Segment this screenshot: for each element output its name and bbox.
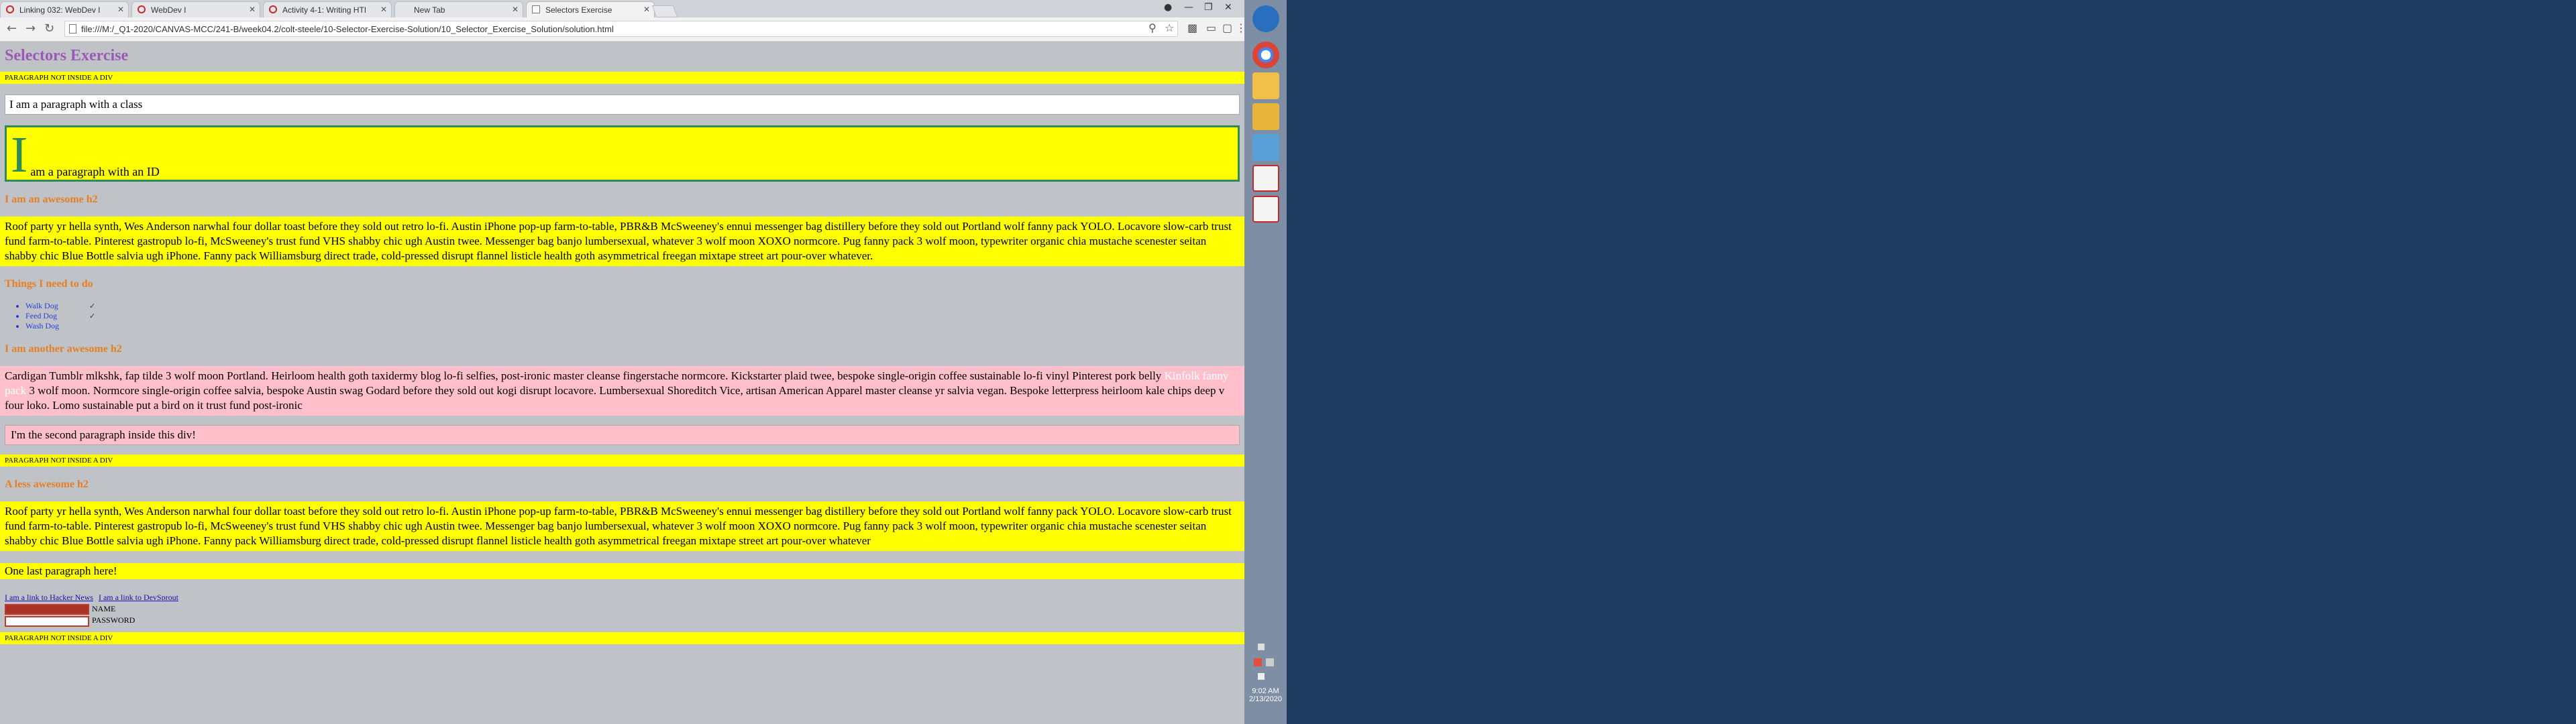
tray-arrow-icon[interactable] bbox=[1258, 644, 1265, 650]
lorem-paragraph: Roof party yr hella synth, Wes Anderson … bbox=[0, 501, 1244, 551]
blank-tab-icon bbox=[400, 5, 409, 13]
new-tab-button[interactable] bbox=[651, 5, 678, 17]
paragraph-not-in-div: PARAGRAPH NOT INSIDE A DIV bbox=[0, 72, 1244, 84]
pink-text: Cardigan Tumblr mlkshk, fap tilde 3 wolf… bbox=[5, 369, 1162, 382]
list-item[interactable]: Wash Dog bbox=[25, 321, 109, 331]
clock-date: 2/13/2020 bbox=[1249, 695, 1282, 703]
extension2-icon[interactable]: ▢ bbox=[1222, 21, 1232, 34]
second-paragraph: I'm the second paragraph inside this div… bbox=[5, 425, 1240, 445]
user-icon[interactable]: ● bbox=[1164, 2, 1172, 13]
tab-new[interactable]: New Tab ✕ bbox=[394, 1, 523, 17]
password-input[interactable] bbox=[5, 615, 89, 627]
todo-list: Walk Dog ✓ Feed Dog ✓ Wash Dog bbox=[5, 301, 1240, 331]
app-icon[interactable] bbox=[1252, 134, 1279, 161]
close-window-icon[interactable]: ✕ bbox=[1224, 2, 1232, 13]
folder-icon[interactable] bbox=[1252, 72, 1279, 99]
tab-label: Linking 032: WebDev I bbox=[19, 5, 101, 15]
paragraph-not-in-div: PARAGRAPH NOT INSIDE A DIV bbox=[0, 455, 1244, 467]
cast-icon[interactable]: ▭ bbox=[1206, 21, 1216, 34]
star-icon[interactable]: ☆ bbox=[1165, 21, 1174, 34]
back-icon[interactable]: ← bbox=[7, 21, 17, 36]
id-paragraph-text: am a paragraph with an ID bbox=[30, 165, 160, 178]
tab-label: Activity 4-1: Writing HTI bbox=[282, 5, 367, 15]
heading-awesome: I am an awesome h2 bbox=[5, 194, 98, 205]
password-row: PASSWORD bbox=[5, 615, 1240, 627]
pdf2-icon[interactable] bbox=[1252, 196, 1279, 223]
close-icon[interactable]: ✕ bbox=[117, 5, 124, 14]
todo-label: Walk Dog bbox=[25, 301, 58, 310]
pink-paragraph: Cardigan Tumblr mlkshk, fap tilde 3 wolf… bbox=[0, 366, 1244, 416]
id-paragraph: I am a paragraph with an ID bbox=[5, 125, 1240, 182]
tab-label: Selectors Exercise bbox=[545, 5, 612, 15]
tab-label: New Tab bbox=[414, 5, 445, 15]
heading-less: A less awesome h2 bbox=[5, 479, 89, 490]
close-icon[interactable]: ✕ bbox=[512, 5, 519, 14]
file-icon bbox=[69, 24, 76, 34]
paragraph-not-in-div: PARAGRAPH NOT INSIDE A DIV bbox=[0, 631, 1244, 644]
document-icon bbox=[532, 5, 540, 13]
tab-webdev[interactable]: WebDev I ✕ bbox=[131, 1, 260, 17]
password-label: PASSWORD bbox=[92, 615, 136, 625]
name-input[interactable] bbox=[5, 604, 89, 615]
tab-bar: Linking 032: WebDev I ✕ WebDev I ✕ Activ… bbox=[0, 0, 1244, 17]
tray-network-icon[interactable] bbox=[1254, 658, 1262, 666]
list-item[interactable]: Feed Dog ✓ bbox=[25, 311, 109, 321]
url-text: file:///M:/_Q1-2020/CANVAS-MCC/241-B/wee… bbox=[81, 24, 614, 34]
tab-linking[interactable]: Linking 032: WebDev I ✕ bbox=[0, 1, 129, 17]
extension-icon[interactable]: ▩ bbox=[1187, 21, 1197, 34]
close-icon[interactable]: ✕ bbox=[380, 5, 387, 14]
todo-label: Wash Dog bbox=[25, 321, 60, 330]
page-content: Selectors Exercise PARAGRAPH NOT INSIDE … bbox=[0, 42, 1244, 724]
name-label: NAME bbox=[92, 604, 116, 613]
heading-things: Things I need to do bbox=[5, 278, 93, 290]
tray-battery-icon[interactable] bbox=[1266, 658, 1274, 666]
tab-label: WebDev I bbox=[151, 5, 186, 15]
error-circle-icon bbox=[6, 5, 14, 13]
folder2-icon[interactable] bbox=[1252, 103, 1279, 130]
minimize-icon[interactable]: — bbox=[1184, 2, 1193, 13]
name-row: NAME bbox=[5, 603, 1240, 615]
reload-icon[interactable]: ↻ bbox=[44, 21, 54, 36]
search-icon[interactable]: ⚲ bbox=[1148, 21, 1157, 34]
hacker-news-link[interactable]: I am a link to Hacker News bbox=[5, 593, 93, 602]
close-icon[interactable]: ✕ bbox=[249, 5, 256, 14]
tab-activity[interactable]: Activity 4-1: Writing HTI ✕ bbox=[263, 1, 392, 17]
start-icon[interactable] bbox=[1252, 5, 1279, 32]
close-icon[interactable]: ✕ bbox=[643, 5, 650, 14]
restore-icon[interactable]: ❐ bbox=[1204, 2, 1213, 13]
class-paragraph: I am a paragraph with a class bbox=[5, 95, 1240, 115]
error-circle-icon bbox=[138, 5, 146, 13]
tray-volume-icon[interactable] bbox=[1258, 673, 1265, 680]
browser-toolbar: ← → ↻ file:///M:/_Q1-2020/CANVAS-MCC/241… bbox=[0, 17, 1246, 42]
address-bar[interactable]: file:///M:/_Q1-2020/CANVAS-MCC/241-B/wee… bbox=[64, 21, 1178, 37]
last-paragraph: One last paragraph here! bbox=[0, 563, 1244, 579]
todo-label: Feed Dog bbox=[25, 311, 57, 320]
forward-icon[interactable]: → bbox=[25, 21, 36, 36]
browser-window: Linking 032: WebDev I ✕ WebDev I ✕ Activ… bbox=[0, 0, 1246, 724]
devsprout-link[interactable]: I am a link to DevSprout bbox=[99, 593, 178, 602]
clock[interactable]: 9:02 AM 2/13/2020 bbox=[1244, 687, 1287, 703]
heading-another: I am another awesome h2 bbox=[5, 343, 122, 355]
clock-time: 9:02 AM bbox=[1252, 687, 1279, 695]
taskbar bbox=[1244, 0, 1287, 724]
list-item[interactable]: Walk Dog ✓ bbox=[25, 301, 109, 311]
page-title: Selectors Exercise bbox=[5, 47, 129, 64]
first-letter: I bbox=[11, 127, 28, 183]
tab-selectors[interactable]: Selectors Exercise ✕ bbox=[526, 1, 655, 17]
check-icon: ✓ bbox=[89, 312, 96, 320]
lorem-paragraph: Roof party yr hella synth, Wes Anderson … bbox=[0, 217, 1244, 266]
window-controls: ● — ❐ ✕ bbox=[1157, 0, 1244, 17]
error-circle-icon bbox=[269, 5, 277, 13]
check-icon: ✓ bbox=[89, 302, 96, 310]
pdf-icon[interactable] bbox=[1252, 165, 1279, 192]
desktop-background bbox=[1287, 0, 2576, 724]
pink-text-end: 3 wolf moon. Normcore single-origin coff… bbox=[5, 384, 1225, 412]
links-row: I am a link to Hacker News I am a link t… bbox=[5, 591, 1240, 603]
chrome-icon[interactable] bbox=[1252, 42, 1279, 68]
